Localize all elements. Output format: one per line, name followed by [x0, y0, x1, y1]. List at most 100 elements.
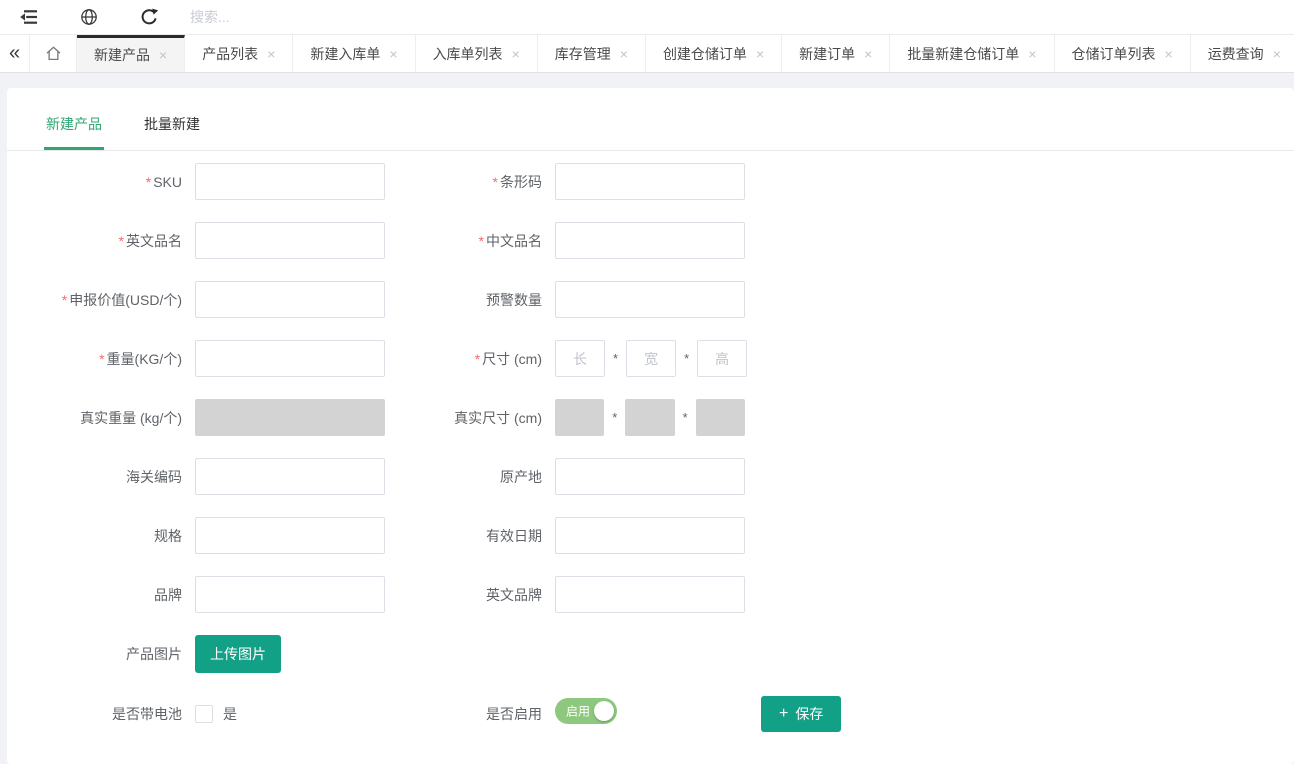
home-icon — [44, 44, 63, 63]
close-icon[interactable] — [1028, 47, 1036, 61]
form-row: 产品图片 上传图片 — [7, 635, 1294, 673]
tab-freight-query[interactable]: 运费查询 — [1191, 35, 1294, 72]
size-label: *尺寸 (cm) — [385, 349, 555, 369]
enable-label: 是否启用 — [385, 704, 555, 724]
spec-label: 规格 — [7, 526, 195, 546]
english-name-input[interactable] — [195, 222, 385, 259]
sku-input[interactable] — [195, 163, 385, 200]
dimension-separator: * — [683, 410, 688, 425]
battery-option-label: 是 — [223, 704, 237, 724]
sku-label: *SKU — [7, 174, 195, 190]
expiry-date-input[interactable] — [555, 517, 745, 554]
collapse-menu-icon[interactable] — [18, 6, 40, 28]
close-icon[interactable] — [756, 47, 764, 61]
form-row: *英文品名 *中文品名 — [7, 222, 1294, 259]
customs-code-input[interactable] — [195, 458, 385, 495]
required-mark: * — [119, 233, 124, 249]
required-mark: * — [99, 351, 104, 367]
save-button[interactable]: 保存 — [761, 696, 841, 732]
collapse-tabs-icon[interactable] — [0, 35, 30, 72]
battery-field: 是 — [195, 704, 385, 724]
tab-product-list[interactable]: 产品列表 — [185, 35, 293, 72]
size-height-input[interactable] — [697, 340, 747, 377]
tab-label: 仓储订单列表 — [1072, 44, 1156, 64]
english-name-label: *英文品名 — [7, 231, 195, 251]
dimension-separator: * — [612, 410, 617, 425]
real-size-height-disabled — [696, 399, 745, 436]
barcode-input[interactable] — [555, 163, 745, 200]
tab-label: 库存管理 — [555, 44, 611, 64]
required-mark: * — [493, 174, 498, 190]
tab-create-storage-order[interactable]: 创建仓储订单 — [646, 35, 782, 72]
enable-toggle[interactable]: 启用 — [555, 698, 617, 724]
tab-batch-create-storage-order[interactable]: 批量新建仓储订单 — [890, 35, 1054, 72]
required-mark: * — [475, 351, 480, 367]
topbar — [0, 0, 1294, 35]
english-brand-input[interactable] — [555, 576, 745, 613]
english-brand-label: 英文品牌 — [385, 585, 555, 605]
product-image-label: 产品图片 — [7, 644, 195, 664]
tab-new-order[interactable]: 新建订单 — [782, 35, 890, 72]
chinese-name-input[interactable] — [555, 222, 745, 259]
spec-input[interactable] — [195, 517, 385, 554]
real-weight-field-disabled — [195, 399, 385, 436]
close-icon[interactable] — [267, 47, 275, 61]
declared-value-input[interactable] — [195, 281, 385, 318]
form-row: *SKU *条形码 — [7, 163, 1294, 200]
real-size-length-disabled — [555, 399, 604, 436]
close-icon[interactable] — [389, 47, 397, 61]
battery-checkbox[interactable] — [195, 705, 213, 723]
tab-label: 批量新建仓储订单 — [907, 44, 1019, 64]
form-row: 是否带电池 是 是否启用 启用 保存 — [7, 695, 1294, 732]
size-length-input[interactable] — [555, 340, 605, 377]
required-mark: * — [146, 174, 151, 190]
close-icon[interactable] — [159, 48, 167, 62]
home-tab[interactable] — [30, 35, 77, 72]
toggle-on-label: 启用 — [566, 703, 590, 720]
enable-field: 启用 — [555, 698, 745, 729]
size-inputs: * * — [555, 340, 745, 377]
barcode-label: *条形码 — [385, 172, 555, 192]
customs-code-label: 海关编码 — [7, 467, 195, 487]
size-width-input[interactable] — [626, 340, 676, 377]
upload-image-button[interactable]: 上传图片 — [195, 635, 281, 673]
form-row: *申报价值(USD/个) 预警数量 — [7, 281, 1294, 318]
page-tab-batch-create[interactable]: 批量新建 — [142, 114, 202, 150]
form-row: 真实重量 (kg/个) 真实尺寸 (cm) * * — [7, 399, 1294, 436]
tab-new-inbound[interactable]: 新建入库单 — [293, 35, 415, 72]
origin-input[interactable] — [555, 458, 745, 495]
tab-label: 新建产品 — [94, 45, 150, 65]
close-icon[interactable] — [1273, 47, 1281, 61]
chinese-name-label: *中文品名 — [385, 231, 555, 251]
real-weight-label: 真实重量 (kg/个) — [7, 408, 195, 428]
tab-label: 运费查询 — [1208, 44, 1264, 64]
origin-label: 原产地 — [385, 467, 555, 487]
real-size-label: 真实尺寸 (cm) — [385, 408, 555, 428]
dimension-separator: * — [613, 351, 618, 366]
tab-label: 新建订单 — [799, 44, 855, 64]
refresh-icon[interactable] — [138, 6, 160, 28]
alert-qty-input[interactable] — [555, 281, 745, 318]
weight-input[interactable] — [195, 340, 385, 377]
required-mark: * — [62, 292, 67, 308]
search-input[interactable] — [190, 9, 510, 25]
page-tab-new-product[interactable]: 新建产品 — [44, 114, 104, 150]
alert-qty-label: 预警数量 — [385, 290, 555, 310]
weight-label: *重量(KG/个) — [7, 349, 195, 369]
close-icon[interactable] — [1165, 47, 1173, 61]
real-size-fields-disabled: * * — [555, 399, 745, 436]
close-icon[interactable] — [620, 47, 628, 61]
close-icon[interactable] — [512, 47, 520, 61]
brand-input[interactable] — [195, 576, 385, 613]
tab-label: 入库单列表 — [433, 44, 503, 64]
form-row: 规格 有效日期 — [7, 517, 1294, 554]
globe-icon[interactable] — [78, 6, 100, 28]
form-row: 海关编码 原产地 — [7, 458, 1294, 495]
tab-storage-order-list[interactable]: 仓储订单列表 — [1055, 35, 1191, 72]
tab-new-product[interactable]: 新建产品 — [77, 35, 185, 72]
tab-label: 产品列表 — [202, 44, 258, 64]
tab-inbound-list[interactable]: 入库单列表 — [416, 35, 538, 72]
form-row: *重量(KG/个) *尺寸 (cm) * * — [7, 340, 1294, 377]
tab-inventory[interactable]: 库存管理 — [538, 35, 646, 72]
close-icon[interactable] — [864, 47, 872, 61]
